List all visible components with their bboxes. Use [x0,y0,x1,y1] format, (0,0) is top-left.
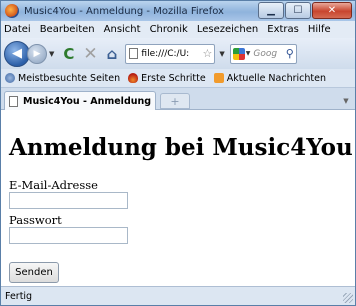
minimize-button[interactable]: ▁ [258,2,284,19]
bookmark-label: Meistbesuchte Seiten [18,72,121,84]
window-title: Music4You - Anmeldung - Mozilla Firefox [24,5,224,17]
page-heading: Anmeldung bei Music4You [9,134,353,161]
status-text: Fertig [5,290,33,302]
firefox-icon [5,4,19,18]
page-icon [129,48,139,59]
bookmark-star-icon[interactable]: ☆ [203,47,213,60]
tab-list-dropdown-icon[interactable]: ▼ [340,93,352,109]
email-field[interactable] [9,192,128,209]
url-dropdown-icon[interactable]: ▼ [219,50,224,58]
bookmark-label: Aktuelle Nachrichten [226,72,326,84]
menu-lesezeichen[interactable]: Lesezeichen [197,24,258,35]
menu-bearbeiten[interactable]: Bearbeiten [40,24,95,35]
close-button[interactable]: ✕ [312,2,352,19]
menu-extras[interactable]: Extras [267,24,299,35]
bookmarks-toolbar: Meistbesuchte Seiten Erste Schritte Aktu… [1,69,355,88]
window-controls: ▁ ☐ ✕ [257,2,352,19]
tab-anmeldung[interactable]: Music4You - Anmeldung [4,91,156,110]
bookmark-most-visited[interactable]: Meistbesuchte Seiten [5,73,120,84]
page-content: Anmeldung bei Music4You E-Mail-Adresse P… [1,110,355,286]
new-tab-button[interactable]: + [160,93,190,109]
address-bar[interactable]: file:///C:/U: ☆ [125,43,216,64]
submit-button[interactable]: Senden [9,262,59,283]
resize-grip-icon[interactable] [343,293,353,303]
browser-window: Music4You - Anmeldung - Mozilla Firefox … [0,0,356,306]
menu-ansicht[interactable]: Ansicht [104,24,141,35]
bookmark-label: Erste Schritte [141,72,206,84]
bookmark-getting-started[interactable]: Erste Schritte [128,73,206,84]
email-label: E-Mail-Adresse [9,178,98,192]
home-icon[interactable]: ⌂ [107,45,118,63]
maximize-button[interactable]: ☐ [285,2,311,19]
menu-datei[interactable]: Datei [4,24,31,35]
bookmark-news[interactable]: Aktuelle Nachrichten [213,72,326,84]
forward-button[interactable]: ▶ [27,43,47,64]
status-bar: Fertig [1,286,355,305]
history-dropdown-icon[interactable]: ▼ [49,50,54,58]
most-visited-icon [5,73,15,83]
engine-dropdown-icon[interactable]: ▼ [246,50,251,57]
search-bar[interactable]: ▼ Goog ⚲ [229,43,297,64]
stop-icon[interactable]: ✕ [83,44,97,64]
tab-bar: Music4You - Anmeldung + ▼ [1,88,355,110]
search-engine-icon[interactable] [232,47,245,60]
password-label: Passwort [9,213,62,227]
search-input[interactable]: Goog [253,49,285,59]
reload-icon[interactable]: C [63,45,74,63]
firefox-bookmark-icon [128,73,139,83]
rss-icon [213,73,224,83]
search-icon[interactable]: ⚲ [286,47,294,60]
menu-chronik[interactable]: Chronik [150,24,188,35]
menu-hilfe[interactable]: Hilfe [308,24,331,35]
password-field[interactable] [9,227,128,244]
url-input[interactable]: file:///C:/U: [141,49,202,59]
menu-bar: Datei Bearbeiten Ansicht Chronik Lesezei… [1,21,355,38]
tab-label: Music4You - Anmeldung [23,95,152,107]
title-bar[interactable]: Music4You - Anmeldung - Mozilla Firefox … [1,1,355,21]
page-icon [9,95,18,107]
navigation-toolbar: ◀ ▶ ▼ C ✕ ⌂ file:///C:/U: ☆ ▼ ▼ Goog ⚲ [1,38,355,69]
